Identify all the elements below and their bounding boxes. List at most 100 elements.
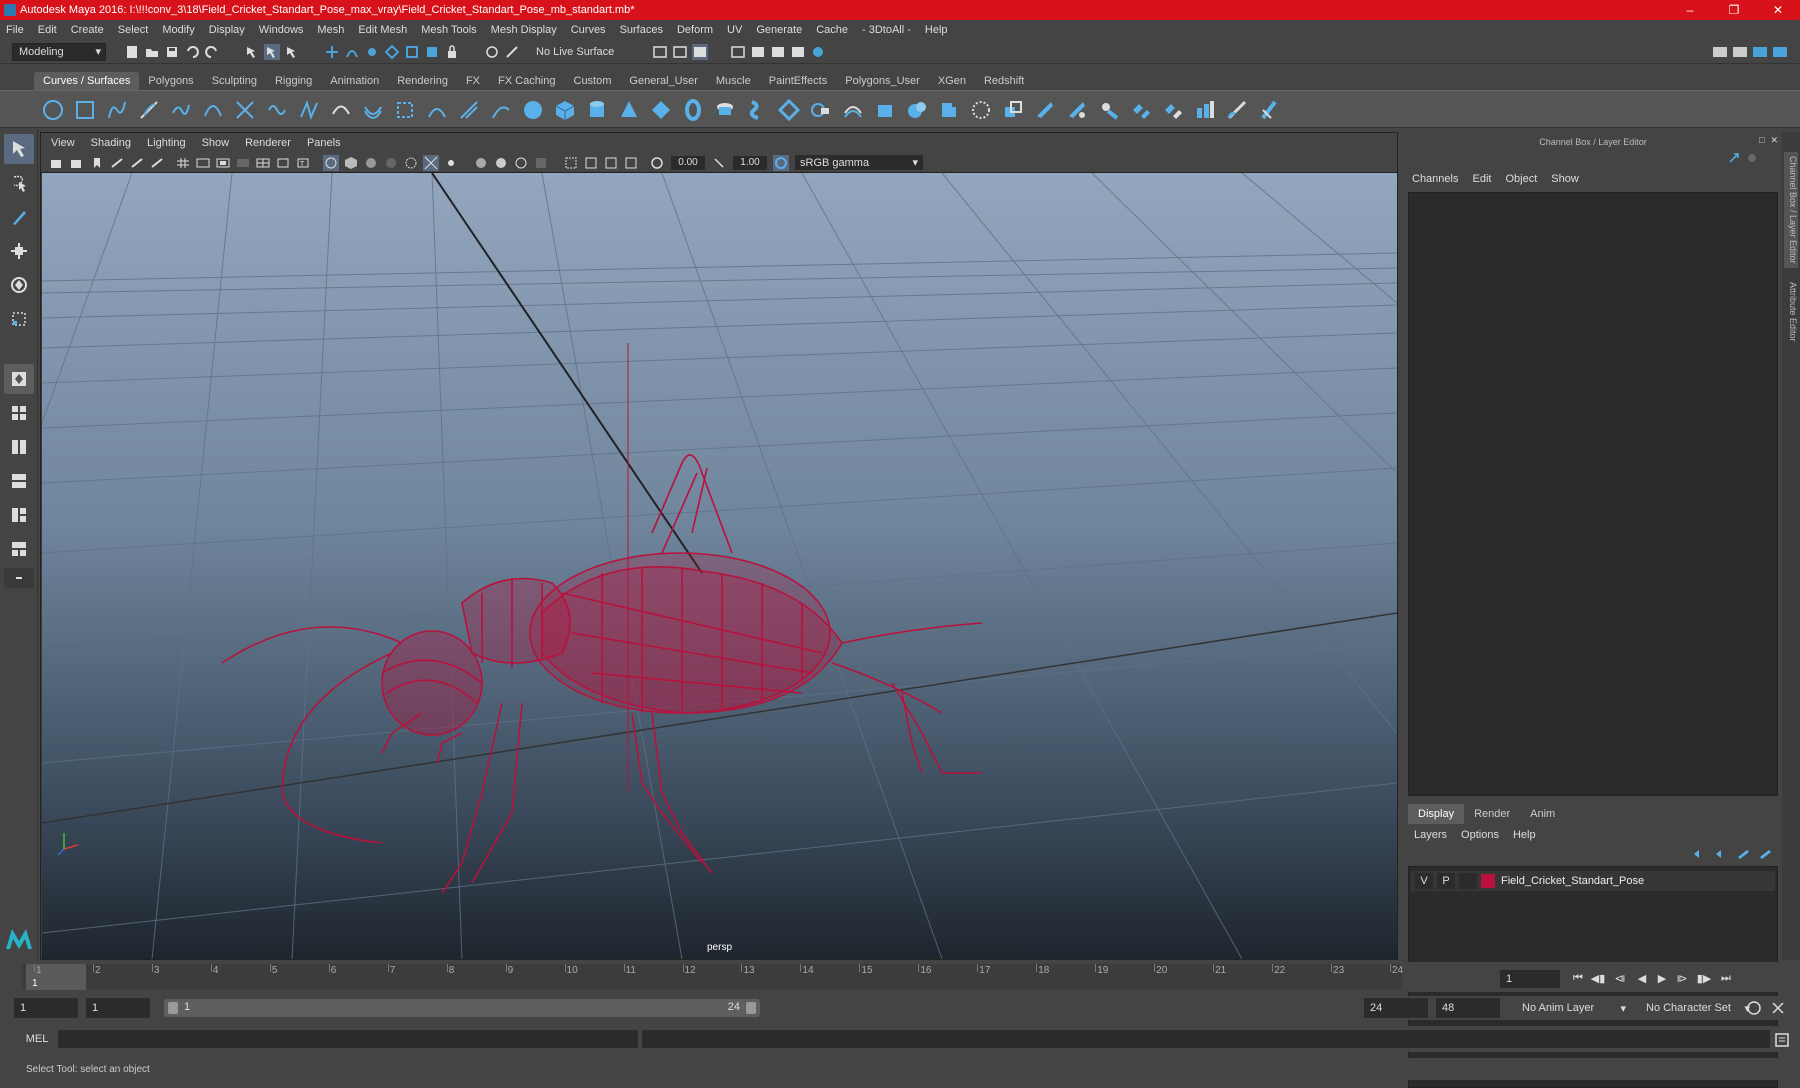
- nurbs-cylinder-icon[interactable]: [584, 97, 610, 123]
- layout-graph-icon[interactable]: [4, 500, 34, 530]
- viewport-menu-renderer[interactable]: Renderer: [245, 137, 291, 149]
- exposure-icon[interactable]: [649, 155, 665, 171]
- grease-pencil-icon[interactable]: [149, 155, 165, 171]
- playback-end-field[interactable]: 24: [1364, 998, 1428, 1018]
- gamma-icon[interactable]: [711, 155, 727, 171]
- channel-box-pin-icon[interactable]: [1728, 152, 1740, 167]
- menu-create[interactable]: Create: [71, 24, 104, 36]
- layer-menu-help[interactable]: Help: [1513, 829, 1536, 841]
- construction-history-icon[interactable]: [504, 44, 520, 60]
- camera-attributes-icon[interactable]: [69, 155, 85, 171]
- menu-mesh-display[interactable]: Mesh Display: [491, 24, 557, 36]
- channel-box-area[interactable]: [1408, 192, 1778, 796]
- color-management-icon[interactable]: [773, 154, 789, 171]
- anim-prefs-icon[interactable]: [1770, 1000, 1786, 1019]
- new-scene-icon[interactable]: [124, 44, 140, 60]
- resolution-gate-icon[interactable]: [215, 155, 231, 171]
- nurbs-square-icon[interactable]: [72, 97, 98, 123]
- snap-surface-icon[interactable]: [424, 44, 440, 60]
- viewport-menu-panels[interactable]: Panels: [307, 137, 341, 149]
- revolve-icon[interactable]: [712, 97, 738, 123]
- snap-point-icon[interactable]: [364, 44, 380, 60]
- layout-four-view-icon[interactable]: [4, 398, 34, 428]
- extrude-icon[interactable]: [808, 97, 834, 123]
- time-slider-track[interactable]: 1 1 2 3 4 5 6 7 8 9 10 11 12 13 14 15 16 17 18 19 20 21 22 23 2…: [22, 964, 1403, 990]
- menu-display[interactable]: Display: [209, 24, 245, 36]
- add-points-icon[interactable]: [424, 97, 450, 123]
- render-view-icon[interactable]: [770, 44, 786, 60]
- nurbs-plane-icon[interactable]: [648, 97, 674, 123]
- open-scene-icon[interactable]: [144, 44, 160, 60]
- layer-color-swatch[interactable]: [1481, 874, 1495, 888]
- end-time-field[interactable]: 48: [1436, 998, 1500, 1018]
- viewport-menu-lighting[interactable]: Lighting: [147, 137, 186, 149]
- menu-file[interactable]: File: [6, 24, 24, 36]
- extend-curve-icon[interactable]: [328, 97, 354, 123]
- shelf-tab-fx[interactable]: FX: [457, 72, 489, 90]
- shelf-tab-sculpting[interactable]: Sculpting: [203, 72, 266, 90]
- layout-persp-outliner-icon[interactable]: [4, 534, 34, 564]
- auto-key-icon[interactable]: [1746, 1000, 1762, 1019]
- exposure-field[interactable]: 0.00: [671, 155, 705, 170]
- motion-blur-icon[interactable]: [493, 155, 509, 171]
- frame-all-icon[interactable]: [603, 155, 619, 171]
- shelf-tab-animation[interactable]: Animation: [321, 72, 388, 90]
- select-component-icon[interactable]: [284, 44, 300, 60]
- menu-select[interactable]: Select: [118, 24, 149, 36]
- shelf-tab-general-user[interactable]: General_User: [620, 72, 706, 90]
- pencil-curve-icon[interactable]: [168, 97, 194, 123]
- ambient-occlusion-icon[interactable]: [473, 155, 489, 171]
- trim-tool-icon[interactable]: [1032, 97, 1058, 123]
- command-input[interactable]: [58, 1030, 638, 1048]
- planar-icon[interactable]: [776, 97, 802, 123]
- menu-mesh-tools[interactable]: Mesh Tools: [421, 24, 476, 36]
- minimize-button[interactable]: –: [1668, 0, 1712, 20]
- channel-box-menu-channels[interactable]: Channels: [1412, 173, 1458, 185]
- menu-edit-mesh[interactable]: Edit Mesh: [358, 24, 407, 36]
- smooth-shade-icon[interactable]: [343, 155, 359, 171]
- lock-icon[interactable]: [444, 44, 460, 60]
- layer-menu-layers[interactable]: Layers: [1414, 829, 1447, 841]
- script-language-toggle[interactable]: MEL: [18, 1030, 56, 1048]
- current-frame-field[interactable]: 1: [1500, 970, 1560, 988]
- character-set-select[interactable]: No Character Set ▾: [1640, 998, 1750, 1018]
- lasso-tool-icon[interactable]: [4, 168, 34, 198]
- isolate-view-icon[interactable]: [563, 155, 579, 171]
- nurbs-cube-icon[interactable]: [552, 97, 578, 123]
- insert-knot-icon[interactable]: [296, 97, 322, 123]
- play-forwards-icon[interactable]: ▶: [1654, 970, 1670, 986]
- birail-icon[interactable]: [840, 97, 866, 123]
- hypershade-icon[interactable]: [750, 44, 766, 60]
- menu-mesh[interactable]: Mesh: [317, 24, 344, 36]
- step-back-key-icon[interactable]: ◀▮: [1590, 970, 1606, 986]
- channel-box-options-icon[interactable]: [1746, 152, 1758, 167]
- script-editor-icon[interactable]: [1774, 1032, 1790, 1051]
- bezier-curve-icon[interactable]: [488, 97, 514, 123]
- side-tab-attribute-editor[interactable]: Attribute Editor: [1784, 282, 1798, 342]
- menu-deform[interactable]: Deform: [677, 24, 713, 36]
- select-hierarchy-icon[interactable]: [244, 44, 260, 60]
- bevel-plus-icon[interactable]: [872, 97, 898, 123]
- field-chart-icon[interactable]: [255, 155, 271, 171]
- nurbs-cone-icon[interactable]: [616, 97, 642, 123]
- loft-icon[interactable]: [744, 97, 770, 123]
- channel-box-toggle-icon[interactable]: [1772, 44, 1788, 60]
- close-button[interactable]: ✕: [1756, 0, 1800, 20]
- display-settings-icon[interactable]: [730, 44, 746, 60]
- step-forward-frame-icon[interactable]: ⧐: [1674, 970, 1690, 986]
- gate-mask-icon[interactable]: [235, 155, 251, 171]
- nurbs-torus-icon[interactable]: [680, 97, 706, 123]
- close-panel-icon[interactable]: ✕: [1770, 135, 1778, 146]
- snap-view-plane-icon[interactable]: [384, 44, 400, 60]
- channel-box-menu-show[interactable]: Show: [1551, 173, 1579, 185]
- grid-icon[interactable]: [175, 155, 191, 171]
- make-live-icon[interactable]: [404, 44, 420, 60]
- move-layer-up-icon[interactable]: [1692, 849, 1706, 862]
- panel-toggle-icon[interactable]: [1752, 44, 1768, 60]
- fit-view-icon[interactable]: [623, 155, 639, 171]
- layout-outliner-icon[interactable]: [4, 466, 34, 496]
- layout-icon[interactable]: [1732, 44, 1748, 60]
- anim-layer-select[interactable]: No Anim Layer ▾: [1516, 998, 1626, 1018]
- range-slider[interactable]: 1 24: [164, 999, 760, 1017]
- layer-visibility-toggle[interactable]: V: [1415, 873, 1433, 889]
